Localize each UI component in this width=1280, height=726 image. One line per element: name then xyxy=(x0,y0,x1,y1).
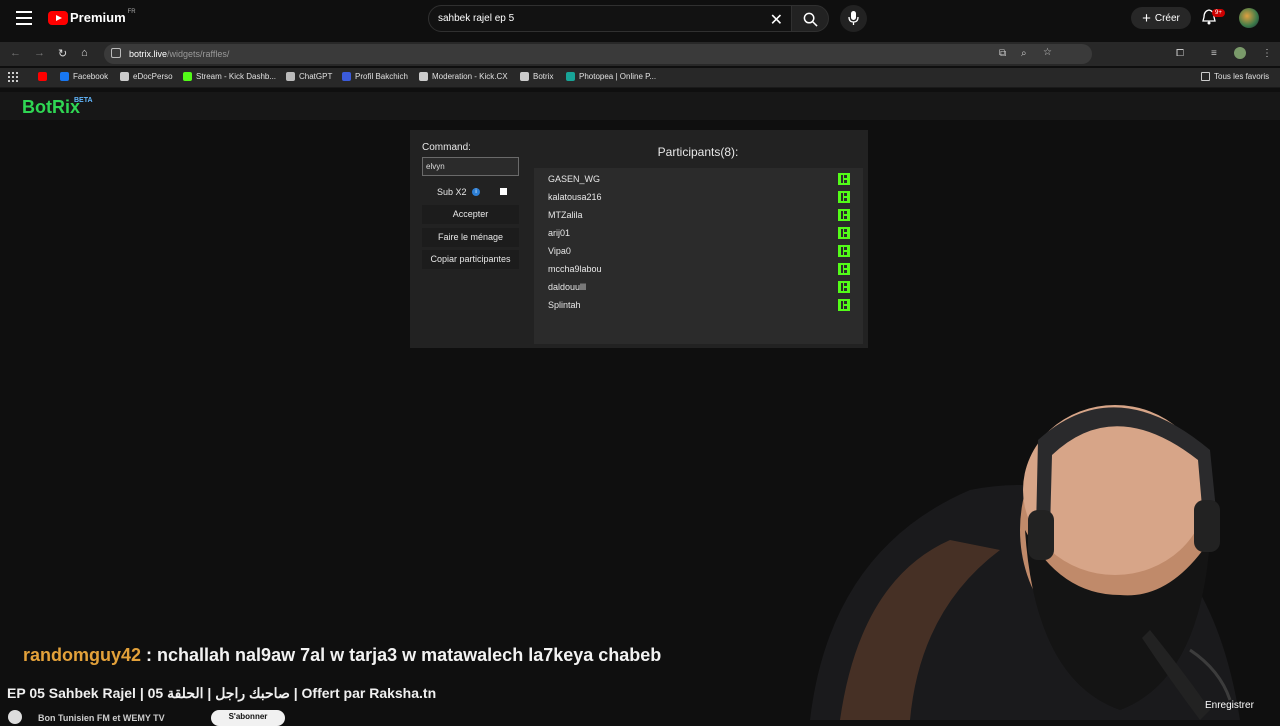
copy-participants-button[interactable]: Copiar participantes xyxy=(422,250,519,269)
search-input[interactable]: sahbek rajel ep 5 ✕ xyxy=(428,5,792,32)
region-code: FR xyxy=(127,8,136,15)
kick-icon xyxy=(838,299,850,311)
kick-icon xyxy=(838,173,850,185)
info-icon[interactable]: i xyxy=(472,188,480,196)
reload-icon[interactable]: ↻ xyxy=(58,47,67,60)
participant-row[interactable]: GASEN_WG xyxy=(548,170,850,188)
kick-icon xyxy=(838,281,850,293)
create-label: Créer xyxy=(1154,12,1180,24)
bookmark-profil-bakchich[interactable]: Profil Bakchich xyxy=(342,72,408,81)
channel-name[interactable]: Bon Tunisien FM et WEMY TV xyxy=(38,713,165,723)
bookmark-photopea-online-p[interactable]: Photopea | Online P... xyxy=(566,72,656,81)
participant-row[interactable]: kalatousa216 xyxy=(548,188,850,206)
youtube-top-bar: Premium FR sahbek rajel ep 5 ✕ + Créer 9+ xyxy=(0,0,1280,38)
chat-username: randomguy42 xyxy=(23,645,142,665)
participants-list: GASEN_WG kalatousa216 MTZalila arij01 Vi… xyxy=(534,168,863,344)
sub-x2-label: Sub X2 xyxy=(437,187,467,197)
hamburger-menu-icon[interactable] xyxy=(16,11,32,25)
bookmarks-bar: Facebook eDocPerso Stream - Kick Dashb... C… xyxy=(0,68,1280,88)
facebook-icon xyxy=(60,72,69,81)
plus-icon: + xyxy=(1142,9,1151,27)
back-arrow-icon[interactable]: ← xyxy=(10,47,21,59)
participant-row[interactable]: arij01 xyxy=(548,224,850,242)
kick-icon xyxy=(838,227,850,239)
chat-text: : nchallah nal9aw 7al w tarja3 w matawal… xyxy=(141,645,662,665)
bookmark-moderation-kick-cx[interactable]: Moderation - Kick.CX xyxy=(419,72,508,81)
participant-row[interactable]: Splintah xyxy=(548,296,850,314)
search-button[interactable] xyxy=(791,5,829,32)
bookmark-chatgpt[interactable]: ChatGPT xyxy=(286,72,332,81)
search-icon xyxy=(803,12,818,27)
sub-x2-checkbox[interactable] xyxy=(500,188,507,195)
kick-icon xyxy=(838,191,850,203)
participant-row[interactable]: MTZalila xyxy=(548,206,850,224)
clear-search-icon[interactable]: ✕ xyxy=(770,10,783,30)
account-avatar[interactable] xyxy=(1239,8,1259,28)
voice-search-button[interactable] xyxy=(840,5,867,32)
moderation-icon xyxy=(419,72,428,81)
bookmark-botrix[interactable]: Botrix xyxy=(520,72,553,81)
folder-icon xyxy=(1201,72,1210,81)
command-input[interactable] xyxy=(422,157,519,176)
bookmark-facebook[interactable]: Facebook xyxy=(60,72,108,81)
logo-text: Premium xyxy=(70,10,126,25)
channel-avatar[interactable] xyxy=(8,710,22,724)
bookmark-youtube[interactable] xyxy=(38,72,51,81)
chatgpt-icon xyxy=(286,72,295,81)
subscribe-button[interactable]: S'abonner xyxy=(211,710,285,726)
youtube-premium-logo[interactable]: Premium FR xyxy=(48,8,136,25)
kick-icon xyxy=(183,72,192,81)
bookmark-edocperso[interactable]: eDocPerso xyxy=(120,72,173,81)
video-title: EP 05 Sahbek Rajel | صاحبك راجل | الحلقة… xyxy=(7,685,437,701)
translate-icon[interactable]: ⧉ xyxy=(999,48,1006,59)
chat-message: randomguy42 : nchallah nal9aw 7al w tarj… xyxy=(23,645,661,666)
photopea-icon xyxy=(566,72,575,81)
apps-grid-icon[interactable] xyxy=(8,72,18,82)
youtube-icon xyxy=(38,72,47,81)
kick-icon xyxy=(838,245,850,257)
site-info-icon[interactable] xyxy=(111,48,121,58)
kick-icon xyxy=(838,263,850,275)
profile-icon[interactable] xyxy=(1234,47,1246,59)
bookmark-stream-kick-dashb[interactable]: Stream - Kick Dashb... xyxy=(183,72,276,81)
more-menu-icon[interactable]: ⋮ xyxy=(1262,48,1272,59)
botrix-header: BotRix BETA xyxy=(0,92,1280,120)
webcam-streamer xyxy=(810,405,1240,720)
url-text: botrix.live/widgets/raffles/ xyxy=(129,49,230,59)
bakchich-icon xyxy=(342,72,351,81)
participant-row[interactable]: mccha9labou xyxy=(548,260,850,278)
home-icon[interactable]: ⌂ xyxy=(81,47,88,59)
extensions-icon[interactable]: ⧠ xyxy=(1176,48,1184,59)
participant-row[interactable]: daldouulll xyxy=(548,278,850,296)
kick-icon xyxy=(838,209,850,221)
accept-button[interactable]: Accepter xyxy=(422,205,519,224)
cleanup-button[interactable]: Faire le ménage xyxy=(422,228,519,247)
edocperso-icon xyxy=(120,72,129,81)
microphone-icon xyxy=(848,11,859,25)
notification-badge: 9+ xyxy=(1212,9,1225,17)
search-query: sahbek rajel ep 5 xyxy=(438,13,515,24)
participants-title: Participants(8): xyxy=(657,145,739,159)
botrix-icon xyxy=(520,72,529,81)
create-button[interactable]: + Créer xyxy=(1131,7,1191,29)
browser-toolbar: ← → ↻ ⌂ botrix.live/widgets/raffles/ ⧉ ⌕… xyxy=(0,42,1280,66)
zoom-icon[interactable]: ⌕ xyxy=(1021,48,1027,59)
all-bookmarks-folder[interactable]: Tous les favoris xyxy=(1201,72,1269,81)
beta-badge: BETA xyxy=(74,97,93,104)
media-controls-icon[interactable]: ≡ xyxy=(1211,48,1217,59)
command-label: Command: xyxy=(422,142,471,153)
bookmark-star-icon[interactable]: ☆ xyxy=(1043,47,1052,58)
botrix-logo[interactable]: BotRix xyxy=(22,97,80,118)
forward-arrow-icon[interactable]: → xyxy=(34,47,45,59)
address-bar[interactable]: botrix.live/widgets/raffles/ ⧉ ⌕ ☆ xyxy=(104,44,1092,64)
raffle-panel: Command: Sub X2 i Accepter Faire le ména… xyxy=(410,130,868,348)
save-button[interactable]: Enregistrer xyxy=(1205,700,1254,711)
participant-row[interactable]: Vipa0 xyxy=(548,242,850,260)
youtube-play-icon xyxy=(48,10,68,25)
